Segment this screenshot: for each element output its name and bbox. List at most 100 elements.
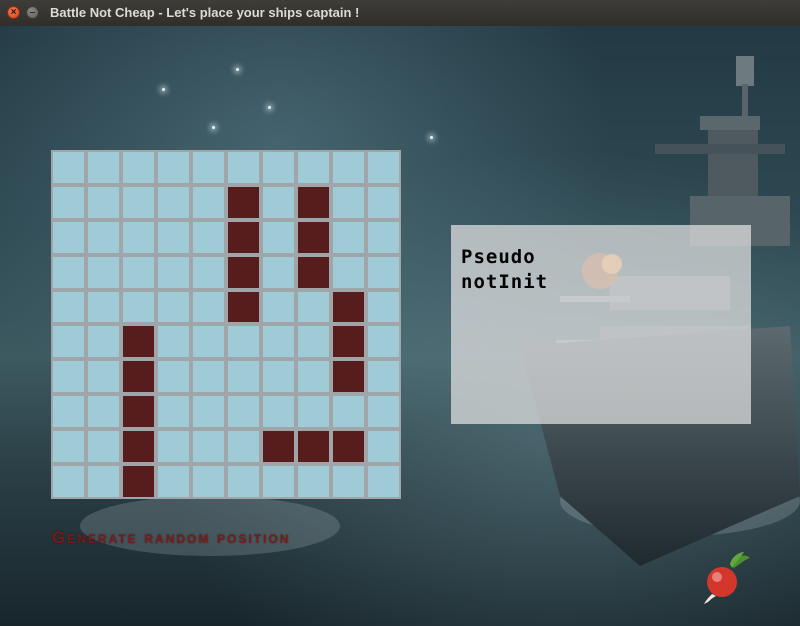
water-cell[interactable] — [156, 359, 191, 395]
water-cell[interactable] — [51, 359, 86, 395]
water-cell[interactable] — [86, 219, 121, 255]
water-cell[interactable] — [331, 254, 366, 290]
ship-cell[interactable] — [296, 254, 331, 290]
ship-cell[interactable] — [331, 359, 366, 395]
water-cell[interactable] — [86, 394, 121, 430]
water-cell[interactable] — [51, 184, 86, 220]
water-cell[interactable] — [226, 464, 261, 499]
water-cell[interactable] — [121, 219, 156, 255]
water-cell[interactable] — [366, 184, 401, 220]
generate-random-position-button[interactable]: Generate random position — [52, 528, 290, 548]
water-cell[interactable] — [86, 464, 121, 499]
water-cell[interactable] — [261, 324, 296, 360]
water-cell[interactable] — [121, 150, 156, 185]
water-cell[interactable] — [261, 359, 296, 395]
water-cell[interactable] — [156, 394, 191, 430]
water-cell[interactable] — [51, 324, 86, 360]
ship-cell[interactable] — [331, 429, 366, 465]
water-cell[interactable] — [51, 219, 86, 255]
ship-cell[interactable] — [296, 219, 331, 255]
ship-cell[interactable] — [226, 289, 261, 325]
water-cell[interactable] — [296, 464, 331, 499]
close-button[interactable]: × — [7, 6, 20, 19]
water-cell[interactable] — [191, 429, 226, 465]
water-cell[interactable] — [191, 359, 226, 395]
water-cell[interactable] — [366, 324, 401, 360]
water-cell[interactable] — [156, 464, 191, 499]
water-cell[interactable] — [366, 394, 401, 430]
water-cell[interactable] — [86, 254, 121, 290]
water-cell[interactable] — [191, 464, 226, 499]
water-cell[interactable] — [261, 464, 296, 499]
ship-cell[interactable] — [121, 464, 156, 499]
water-cell[interactable] — [86, 429, 121, 465]
water-cell[interactable] — [51, 464, 86, 499]
water-cell[interactable] — [86, 359, 121, 395]
ship-cell[interactable] — [121, 394, 156, 430]
water-cell[interactable] — [366, 150, 401, 185]
water-cell[interactable] — [261, 394, 296, 430]
water-cell[interactable] — [121, 289, 156, 325]
water-cell[interactable] — [226, 324, 261, 360]
water-cell[interactable] — [51, 394, 86, 430]
water-cell[interactable] — [226, 429, 261, 465]
water-cell[interactable] — [51, 429, 86, 465]
ship-cell[interactable] — [121, 359, 156, 395]
water-cell[interactable] — [156, 429, 191, 465]
water-cell[interactable] — [296, 324, 331, 360]
ship-cell[interactable] — [226, 184, 261, 220]
water-cell[interactable] — [86, 184, 121, 220]
water-cell[interactable] — [226, 394, 261, 430]
water-cell[interactable] — [366, 254, 401, 290]
water-cell[interactable] — [191, 394, 226, 430]
ship-cell[interactable] — [121, 429, 156, 465]
water-cell[interactable] — [296, 150, 331, 185]
water-cell[interactable] — [331, 219, 366, 255]
ship-placement-grid[interactable] — [51, 150, 401, 499]
water-cell[interactable] — [366, 359, 401, 395]
ship-cell[interactable] — [226, 254, 261, 290]
water-cell[interactable] — [226, 359, 261, 395]
water-cell[interactable] — [156, 184, 191, 220]
water-cell[interactable] — [51, 254, 86, 290]
water-cell[interactable] — [331, 184, 366, 220]
water-cell[interactable] — [366, 429, 401, 465]
water-cell[interactable] — [191, 289, 226, 325]
water-cell[interactable] — [51, 289, 86, 325]
water-cell[interactable] — [226, 150, 261, 185]
ship-cell[interactable] — [296, 184, 331, 220]
water-cell[interactable] — [261, 219, 296, 255]
water-cell[interactable] — [121, 254, 156, 290]
water-cell[interactable] — [156, 324, 191, 360]
water-cell[interactable] — [51, 150, 86, 185]
ship-cell[interactable] — [121, 324, 156, 360]
water-cell[interactable] — [191, 219, 226, 255]
water-cell[interactable] — [156, 150, 191, 185]
water-cell[interactable] — [191, 184, 226, 220]
water-cell[interactable] — [156, 219, 191, 255]
water-cell[interactable] — [366, 289, 401, 325]
water-cell[interactable] — [366, 464, 401, 499]
water-cell[interactable] — [191, 324, 226, 360]
water-cell[interactable] — [191, 150, 226, 185]
water-cell[interactable] — [86, 289, 121, 325]
ship-cell[interactable] — [226, 219, 261, 255]
water-cell[interactable] — [86, 150, 121, 185]
water-cell[interactable] — [331, 394, 366, 430]
ship-cell[interactable] — [261, 429, 296, 465]
water-cell[interactable] — [261, 254, 296, 290]
ship-cell[interactable] — [331, 289, 366, 325]
ship-cell[interactable] — [296, 429, 331, 465]
water-cell[interactable] — [296, 394, 331, 430]
water-cell[interactable] — [191, 254, 226, 290]
ship-cell[interactable] — [331, 324, 366, 360]
minimize-button[interactable]: – — [26, 6, 39, 19]
water-cell[interactable] — [261, 150, 296, 185]
water-cell[interactable] — [86, 324, 121, 360]
water-cell[interactable] — [156, 254, 191, 290]
water-cell[interactable] — [366, 219, 401, 255]
water-cell[interactable] — [261, 184, 296, 220]
water-cell[interactable] — [296, 359, 331, 395]
water-cell[interactable] — [261, 289, 296, 325]
water-cell[interactable] — [331, 464, 366, 499]
